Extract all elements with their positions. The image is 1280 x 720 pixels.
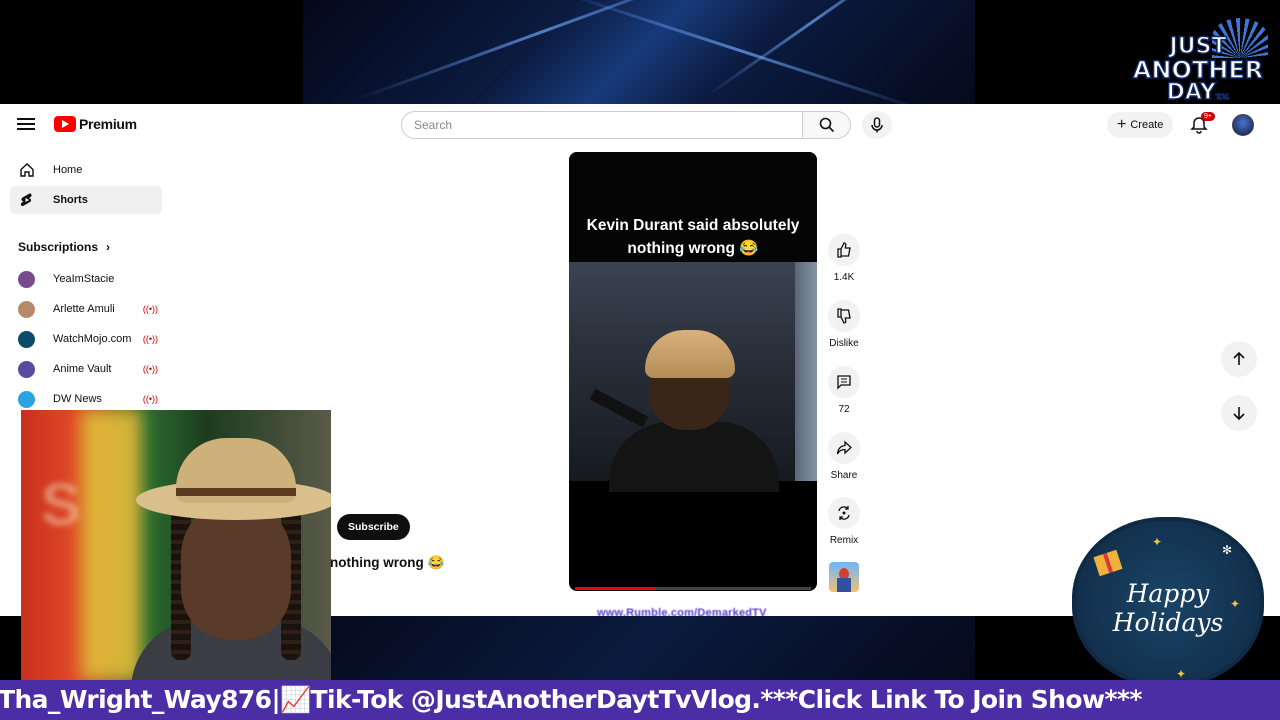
remix-label: Remix — [829, 535, 859, 546]
channel-avatar — [18, 330, 35, 348]
youtube-premium-logo[interactable]: Premium — [54, 116, 137, 132]
live-broadcast-icon: ((•)) — [142, 304, 158, 314]
star-icon: ✦ — [1152, 535, 1163, 549]
video-caption: Kevin Durant said absolutely nothing wro… — [586, 217, 800, 257]
search-bar — [401, 111, 851, 139]
channel-name: Anime Vault — [53, 363, 112, 375]
sidebar-item-label: Home — [53, 164, 83, 176]
snowflake-icon: ✻ — [1222, 543, 1233, 557]
thumbs-down-icon — [837, 308, 851, 324]
logo-text: Premium — [79, 116, 137, 132]
channel-name: WatchMojo.com — [53, 333, 132, 345]
happy-holidays-badge: ✦ ✻ ✦ ✦ Happy Holidays — [1072, 517, 1264, 687]
top-stream-banner — [303, 0, 975, 104]
subscription-item[interactable]: Anime Vault ((•)) — [18, 356, 158, 382]
holiday-line-1: Happy — [1126, 579, 1210, 608]
share-label: Share — [830, 470, 858, 481]
subscriptions-heading[interactable]: Subscriptions › — [18, 240, 110, 254]
scrolling-ticker: Tha_Wright_Way876|📈Tik-Tok @JustAnotherD… — [0, 680, 1280, 720]
plus-icon: + — [1117, 116, 1127, 133]
arrow-up-icon — [1233, 351, 1245, 365]
channel-name: Arlette Amuli — [53, 303, 115, 315]
short-video-player[interactable]: Kevin Durant said absolutely nothing wro… — [569, 152, 817, 591]
sidebar-item-label: Shorts — [53, 194, 88, 206]
share-button[interactable]: Share — [826, 432, 862, 481]
sidebar-item-home[interactable]: Home — [10, 156, 162, 184]
next-short-button[interactable] — [1221, 395, 1257, 431]
dislike-button[interactable]: Dislike — [826, 300, 862, 349]
logo-line-3: DAY — [1166, 80, 1217, 105]
search-input[interactable] — [401, 111, 803, 139]
subscription-item[interactable]: Arlette Amuli ((•)) — [18, 296, 158, 322]
shorts-icon — [18, 191, 36, 209]
subscriptions-title: Subscriptions — [18, 240, 99, 254]
remix-icon — [838, 506, 850, 520]
star-icon: ✦ — [1176, 667, 1187, 681]
sound-thumbnail[interactable] — [829, 562, 859, 592]
logo-tv: T.V. — [1215, 93, 1230, 102]
bottom-stream-banner — [303, 616, 975, 680]
ticker-text: Tha_Wright_Way876|📈Tik-Tok @JustAnotherD… — [0, 685, 1142, 714]
webcam-overlay: S — [21, 410, 331, 680]
holiday-line-2: Holidays — [1112, 608, 1224, 637]
like-button[interactable]: 1.4K — [826, 234, 862, 283]
comment-count: 72 — [838, 404, 850, 415]
microphone-icon — [871, 117, 883, 133]
hamburger-menu-icon[interactable] — [16, 115, 36, 135]
search-icon — [819, 117, 834, 133]
create-button[interactable]: + Create — [1107, 112, 1174, 138]
video-progress-bar[interactable] — [575, 587, 811, 590]
gift-icon — [1093, 549, 1123, 577]
channel-name: DW News — [53, 393, 102, 405]
comment-icon — [837, 375, 851, 390]
microphone-prop — [589, 388, 649, 428]
live-broadcast-icon: ((•)) — [142, 364, 158, 374]
short-title: nothing wrong 😂 — [330, 555, 445, 570]
subscription-item[interactable]: DW News ((•)) — [18, 386, 158, 412]
channel-avatar — [18, 270, 35, 288]
comments-button[interactable]: 72 — [826, 366, 862, 415]
video-frame — [569, 262, 817, 492]
just-another-day-tv-logo: JUST ANOTHER DAYT.V. PODCASTS VLOGS & RE… — [1128, 18, 1268, 114]
voice-search-button[interactable] — [862, 111, 892, 139]
youtube-header: Premium + Create 9+ — [0, 104, 1280, 146]
channel-avatar — [18, 390, 35, 408]
youtube-play-icon — [54, 116, 76, 132]
subscription-item[interactable]: YeaImStacie — [18, 266, 158, 292]
previous-short-button[interactable] — [1221, 341, 1257, 377]
subscribe-button[interactable]: Subscribe — [337, 514, 410, 540]
live-broadcast-icon: ((•)) — [142, 394, 158, 404]
like-count: 1.4K — [833, 272, 855, 283]
chevron-right-icon: › — [106, 240, 111, 254]
logo-tagline: PODCASTS VLOGS & REVIEWS — [1167, 108, 1243, 114]
subscription-item[interactable]: WatchMojo.com ((•)) — [18, 326, 158, 352]
dislike-label: Dislike — [829, 338, 859, 349]
search-button[interactable] — [803, 111, 851, 139]
sidebar-item-shorts[interactable]: Shorts — [10, 186, 162, 214]
stream-canvas: Premium + Create 9+ — [0, 0, 1280, 720]
channel-avatar — [18, 360, 35, 378]
create-label: Create — [1130, 119, 1164, 131]
logo-line-2: ANOTHER — [1132, 56, 1264, 84]
live-broadcast-icon: ((•)) — [142, 334, 158, 344]
arrow-down-icon — [1233, 407, 1245, 421]
home-icon — [18, 161, 36, 179]
thumbs-up-icon — [837, 242, 851, 258]
account-avatar[interactable] — [1232, 114, 1254, 136]
logo-line-1: JUST — [1169, 34, 1227, 59]
remix-button[interactable]: Remix — [826, 497, 862, 546]
channel-avatar — [18, 300, 35, 318]
rumble-watermark: www.Rumble.com/DemarkedTV — [597, 607, 767, 616]
channel-name: YeaImStacie — [53, 273, 115, 285]
share-icon — [836, 440, 852, 455]
